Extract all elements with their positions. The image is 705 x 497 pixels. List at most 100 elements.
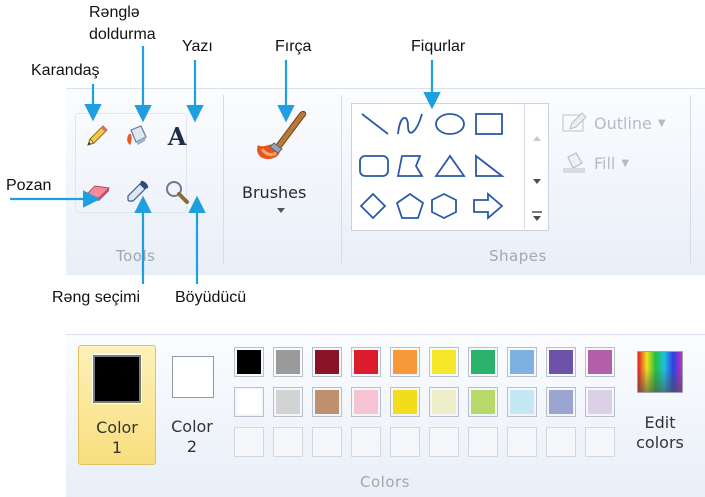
palette-custom-slot[interactable] (546, 427, 576, 457)
palette-custom-slot[interactable] (507, 427, 537, 457)
palette-swatch[interactable] (429, 347, 459, 377)
callout-boyuducu: Böyüdücü (175, 289, 247, 306)
palette-custom-slot[interactable] (234, 427, 264, 457)
scroll-down-icon[interactable] (533, 179, 541, 184)
fill-chevron-icon: ▼ (621, 157, 630, 169)
palette-custom-slot[interactable] (468, 427, 498, 457)
curve-shape[interactable] (397, 113, 423, 135)
tools-group-label: Tools (116, 247, 156, 265)
hexagon-shape[interactable] (431, 192, 457, 220)
brush-icon (257, 110, 307, 160)
callout-karandas: Karandaş (31, 62, 100, 79)
outline-dropdown[interactable]: Outline ▼ (560, 111, 666, 135)
diamond-shape[interactable] (359, 192, 387, 220)
triangle-shape[interactable] (434, 154, 466, 177)
magnifier-tool-button[interactable] (162, 177, 192, 207)
colors-panel: Color 1 Color 2 Edit colors Colors (66, 334, 705, 497)
callout-firca: Fırça (275, 38, 312, 55)
pentagon-shape[interactable] (395, 192, 425, 219)
rectangle-shape[interactable] (475, 113, 503, 135)
callout-fiqurlar: Fiqurlar (411, 38, 466, 55)
palette-swatch[interactable] (390, 387, 420, 417)
text-icon: A (167, 121, 187, 151)
palette-custom-slot[interactable] (351, 427, 381, 457)
polygon-shape[interactable] (396, 155, 424, 177)
edit-colors-icon (637, 351, 683, 393)
outline-label: Outline (594, 113, 652, 133)
palette-custom-slot[interactable] (429, 427, 459, 457)
outline-chevron-icon: ▼ (657, 117, 666, 129)
shapes-gallery-grid (359, 113, 505, 220)
brushes-label[interactable]: Brushes (242, 183, 306, 202)
palette-swatch[interactable] (312, 347, 342, 377)
palette-swatch[interactable] (585, 347, 615, 377)
palette-swatch[interactable] (273, 347, 303, 377)
color1-swatch (92, 354, 142, 404)
color-picker-tool-button[interactable] (122, 177, 152, 207)
eraser-tool-button[interactable] (82, 177, 112, 207)
scroll-up-icon[interactable] (533, 136, 541, 141)
brushes-button[interactable] (252, 105, 310, 165)
magnifier-icon (166, 181, 189, 204)
expand-gallery-icon[interactable] (533, 216, 541, 221)
callout-rengle: Rənglə (89, 4, 140, 21)
palette-custom-slot[interactable] (273, 427, 303, 457)
outline-pencil-icon (562, 112, 587, 132)
right-triangle-shape[interactable] (475, 154, 505, 177)
pencil-tool-button[interactable] (82, 121, 112, 151)
palette-swatch[interactable] (351, 387, 381, 417)
fill-bucket-icon (127, 125, 147, 145)
brushes-dropdown-arrow[interactable] (277, 208, 285, 213)
palette-swatch[interactable] (234, 387, 264, 417)
fill-icon (563, 152, 585, 173)
pencil-icon (87, 125, 108, 146)
palette-swatch[interactable] (468, 387, 498, 417)
callout-rengle-doldurma: Rənglə doldurma (89, 2, 156, 46)
fill-label: Fill (594, 153, 616, 173)
separator-tools-brushes (223, 95, 224, 263)
color2-label: Color 2 (171, 417, 213, 456)
rounded-rectangle-shape[interactable] (359, 155, 389, 177)
color1-label: Color 1 (96, 418, 138, 457)
shapes-gallery[interactable] (351, 103, 549, 231)
ribbon-home-tools: A Tools Brushes Outline ▼ Fill ▼ Shapes (66, 88, 705, 275)
palette-swatch[interactable] (390, 347, 420, 377)
palette-swatch[interactable] (351, 347, 381, 377)
edit-colors-label: Edit colors (636, 413, 684, 452)
text-tool-button[interactable]: A (162, 121, 192, 151)
palette-custom-slot[interactable] (312, 427, 342, 457)
right-arrow-shape[interactable] (473, 192, 504, 220)
fill-dropdown[interactable]: Fill ▼ (560, 151, 629, 175)
color2-button[interactable]: Color 2 (162, 345, 222, 463)
palette-swatch[interactable] (312, 387, 342, 417)
palette-custom-slot[interactable] (585, 427, 615, 457)
palette-swatch[interactable] (429, 387, 459, 417)
eraser-icon (83, 185, 111, 201)
color-palette (234, 347, 626, 459)
color-picker-icon (127, 180, 149, 202)
palette-swatch[interactable] (585, 387, 615, 417)
separator-shapes-right (690, 95, 691, 263)
palette-swatch[interactable] (234, 347, 264, 377)
palette-custom-slot[interactable] (390, 427, 420, 457)
fill-tool-button[interactable] (122, 121, 152, 151)
separator-brushes-shapes (341, 95, 342, 263)
callout-pozan: Pozan (6, 177, 52, 194)
callout-doldurma: doldurma (89, 26, 156, 43)
palette-swatch[interactable] (468, 347, 498, 377)
palette-swatch[interactable] (546, 347, 576, 377)
colors-group-label: Colors (360, 473, 410, 491)
palette-swatch[interactable] (273, 387, 303, 417)
palette-swatch[interactable] (507, 387, 537, 417)
palette-swatch[interactable] (507, 347, 537, 377)
shapes-group-label: Shapes (489, 247, 547, 265)
edit-colors-button[interactable]: Edit colors (632, 347, 696, 463)
oval-shape[interactable] (435, 113, 465, 135)
color1-button[interactable]: Color 1 (78, 345, 156, 465)
callout-reng-secimi: Rəng seçimi (52, 289, 141, 306)
color2-swatch (172, 356, 214, 398)
line-shape[interactable] (361, 113, 389, 135)
callout-yazi: Yazı (182, 38, 213, 55)
palette-swatch[interactable] (546, 387, 576, 417)
shapes-scroll[interactable] (524, 103, 548, 229)
